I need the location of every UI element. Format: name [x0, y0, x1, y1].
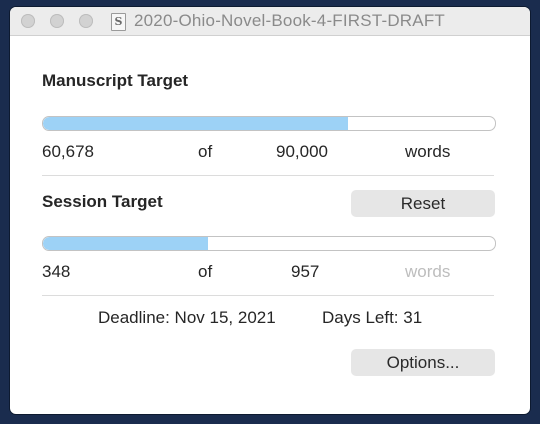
manuscript-unit-label: words	[405, 142, 451, 161]
session-current-words: 348	[42, 262, 71, 281]
manuscript-progress-fill	[43, 117, 348, 130]
close-window-button[interactable]	[21, 14, 35, 28]
title-bar[interactable]: S 2020-Ohio-Novel-Book-4-FIRST-DRAFT	[10, 7, 530, 36]
zoom-window-button[interactable]	[79, 14, 93, 28]
manuscript-target-heading: Manuscript Target	[42, 71, 189, 90]
session-target-words: 957	[291, 262, 320, 281]
deadline-label: Deadline: Nov 15, 2021	[98, 308, 276, 327]
target-window: S 2020-Ohio-Novel-Book-4-FIRST-DRAFT Man…	[10, 7, 530, 414]
session-target-heading: Session Target	[42, 192, 163, 211]
manuscript-target-words: 90,000	[276, 142, 328, 161]
manuscript-current-words: 60,678	[42, 142, 94, 161]
section-divider	[42, 175, 494, 176]
manuscript-progress-bar	[42, 116, 496, 131]
reset-button[interactable]: Reset	[351, 190, 495, 217]
manuscript-of-label: of	[198, 142, 213, 161]
minimize-window-button[interactable]	[50, 14, 64, 28]
document-icon: S	[111, 13, 126, 31]
session-unit-label: words	[405, 262, 451, 281]
session-progress-fill	[43, 237, 208, 250]
session-progress-bar	[42, 236, 496, 251]
session-of-label: of	[198, 262, 213, 281]
window-title: 2020-Ohio-Novel-Book-4-FIRST-DRAFT	[134, 11, 445, 30]
footer-divider	[42, 295, 494, 296]
days-left-label: Days Left: 31	[322, 308, 423, 327]
options-button[interactable]: Options...	[351, 349, 495, 376]
